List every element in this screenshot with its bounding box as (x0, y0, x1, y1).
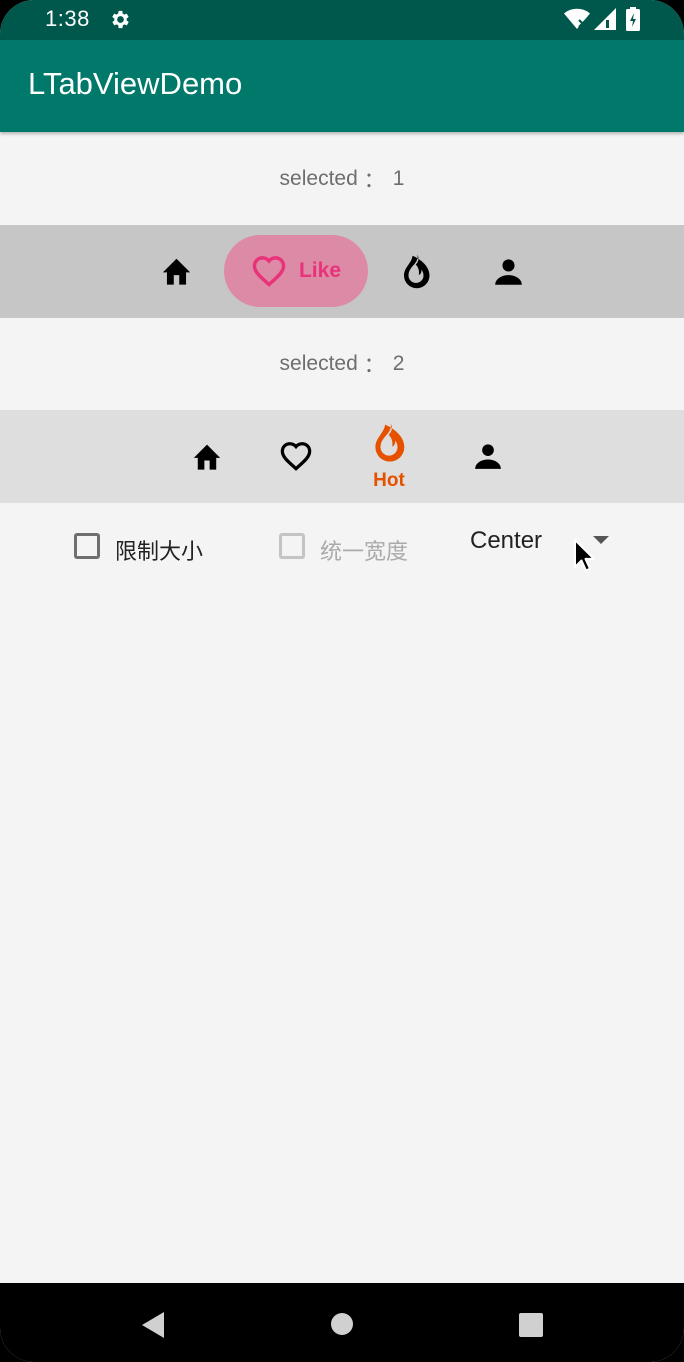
navigation-bar (0, 1283, 684, 1362)
mouse-cursor-icon (574, 539, 595, 572)
phone-screen: 1:38 LTabViewDemo selected ： 1 Like sele… (0, 0, 684, 1362)
tab-hot-label: Hot (373, 470, 405, 491)
heart-outline-icon (280, 442, 312, 471)
tab-home[interactable] (191, 442, 223, 471)
selected-value: 2 (392, 352, 405, 375)
limit-size-checkbox[interactable] (74, 533, 100, 559)
wifi-icon (564, 8, 590, 29)
selected-indicator-1: selected ： 1 (0, 133, 684, 225)
tab-like[interactable]: Like (224, 235, 368, 307)
selected-separator: ： (363, 169, 385, 192)
fire-icon (375, 423, 405, 462)
uniform-width-checkbox[interactable] (279, 533, 305, 559)
tab-like-label: Like (298, 259, 342, 282)
gear-icon (112, 10, 129, 29)
home-icon (193, 444, 221, 470)
uniform-width-label[interactable]: 统一宽度 (320, 534, 408, 566)
tab-bar-label: Hot (0, 410, 684, 503)
selected-label: selected (279, 167, 358, 190)
recents-icon[interactable] (518, 1312, 544, 1338)
selected-indicator-2: selected ： 2 (0, 318, 684, 410)
selected-separator: ： (363, 354, 385, 377)
selected-value: 1 (392, 167, 405, 190)
fire-icon (404, 254, 430, 289)
back-icon[interactable] (140, 1311, 165, 1339)
status-time: 1:38 (45, 6, 90, 31)
tab-like[interactable] (279, 441, 313, 471)
person-icon (495, 259, 522, 285)
home-icon (162, 258, 191, 285)
status-bar: 1:38 (0, 0, 684, 40)
heart-icon (252, 256, 286, 287)
tab-bar-pill: Like (0, 225, 684, 318)
home-circle-icon[interactable] (330, 1312, 354, 1336)
signal-icon (594, 8, 616, 30)
selected-label: selected (279, 352, 358, 375)
gravity-spinner[interactable]: Center (470, 527, 542, 555)
tab-profile[interactable] (474, 442, 502, 470)
app-bar: LTabViewDemo (0, 40, 684, 132)
tab-hot[interactable] (401, 253, 431, 289)
tab-home[interactable] (160, 256, 193, 286)
battery-icon (626, 7, 640, 31)
limit-size-label[interactable]: 限制大小 (115, 534, 203, 566)
app-title: LTabViewDemo (28, 66, 243, 101)
tab-profile[interactable] (494, 257, 523, 286)
person-icon (475, 444, 501, 469)
